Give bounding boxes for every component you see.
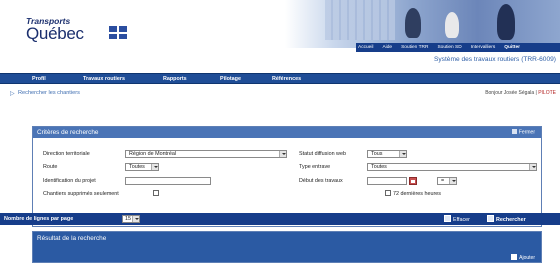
debut-travaux-input[interactable] <box>367 177 407 185</box>
main-nav: Profil Travaux routiers Rapports Pilotag… <box>0 73 560 84</box>
calendar-icon[interactable] <box>409 177 417 185</box>
clear-button[interactable]: Effacer <box>444 215 470 223</box>
chantiers-supprimes-label: Chantiers supprimés seulement <box>43 191 119 197</box>
close-icon <box>511 129 517 134</box>
eraser-icon <box>444 215 451 222</box>
search-button[interactable]: Rechercher <box>487 215 526 223</box>
top-link-intervalliers[interactable]: Intervalliers <box>471 45 496 50</box>
top-links-bar: Accueil Aide Soutien TRR Soutien SD Inte… <box>356 43 560 52</box>
add-button[interactable]: Ajouter <box>511 254 535 261</box>
search-results-panel: Résultat de la recherche Ajouter <box>32 231 542 263</box>
route-select[interactable]: Toutes <box>125 163 159 171</box>
nav-item-references[interactable]: Références <box>272 76 301 82</box>
route-label: Route <box>43 164 58 170</box>
user-role: PILOTE <box>538 90 556 96</box>
search-criteria-panel: Critères de recherche Fermer Direction t… <box>32 126 542 227</box>
direction-label: Direction territoriale <box>43 151 90 157</box>
user-info: Bonjour Josée Ségala | PILOTE <box>485 90 556 96</box>
close-criteria-button[interactable]: Fermer <box>511 129 535 136</box>
last-72-hours-checkbox[interactable] <box>385 190 391 196</box>
type-entrave-select[interactable]: Toutes <box>367 163 537 171</box>
chevron-down-icon <box>529 164 536 170</box>
nav-item-rapports[interactable]: Rapports <box>163 76 187 82</box>
system-title: Système des travaux routiers (TRR-6009) <box>433 56 556 63</box>
criteria-panel-title: Critères de recherche <box>37 129 99 136</box>
chevron-down-icon <box>279 151 286 157</box>
search-icon <box>487 215 494 222</box>
search-action-bar: Nombre de lignes par page 15 Effacer Rec… <box>0 213 560 225</box>
debut-travaux-operator-select[interactable]: = <box>437 177 457 185</box>
header-banner-image <box>285 0 560 48</box>
close-label: Fermer <box>518 129 535 136</box>
chevron-down-icon <box>449 178 456 184</box>
user-greeting: Bonjour Josée Ségala <box>485 90 535 96</box>
add-icon <box>511 254 518 260</box>
chevron-down-icon <box>151 164 158 170</box>
chevron-down-icon <box>132 216 139 222</box>
results-panel-title: Résultat de la recherche <box>37 235 107 242</box>
logo-main-text: Québec <box>26 24 84 43</box>
statut-diffusion-label: Statut diffusion web <box>299 151 346 157</box>
top-link-quitter[interactable]: Quitter <box>504 45 520 50</box>
nav-item-profil[interactable]: Profil <box>32 76 46 82</box>
direction-select[interactable]: Région de Montréal <box>125 150 287 158</box>
chantiers-supprimes-checkbox[interactable] <box>153 190 159 196</box>
nav-item-pilotage[interactable]: Pilotage <box>220 76 241 82</box>
quebec-flag-icon <box>109 26 127 39</box>
top-link-soutien-trr[interactable]: Soutien TRR <box>401 45 428 50</box>
header: Transports Québec Accueil Aide Soutien T… <box>0 0 560 63</box>
top-link-accueil[interactable]: Accueil <box>358 45 373 50</box>
top-link-aide[interactable]: Aide <box>382 45 392 50</box>
statut-diffusion-select[interactable]: Tous <box>367 150 407 158</box>
identification-input[interactable] <box>125 177 211 185</box>
chevron-down-icon <box>399 151 406 157</box>
top-link-soutien-sd[interactable]: Soutien SD <box>437 45 461 50</box>
last-72-hours-label: 72 dernières heures <box>393 191 441 197</box>
lines-per-page-select[interactable]: 15 <box>122 215 140 223</box>
breadcrumb-arrow-icon: ▷ <box>10 91 15 97</box>
breadcrumb: Rechercher les chantiers <box>18 90 80 96</box>
transports-quebec-logo[interactable]: Transports Québec <box>26 16 127 43</box>
identification-label: Identification du projet <box>43 178 96 184</box>
lines-per-page-label: Nombre de lignes par page <box>4 216 74 222</box>
debut-travaux-label: Début des travaux <box>299 178 343 184</box>
nav-item-travaux-routiers[interactable]: Travaux routiers <box>83 76 125 82</box>
criteria-panel-header: Critères de recherche Fermer <box>33 127 541 138</box>
type-entrave-label: Type entrave <box>299 164 331 170</box>
